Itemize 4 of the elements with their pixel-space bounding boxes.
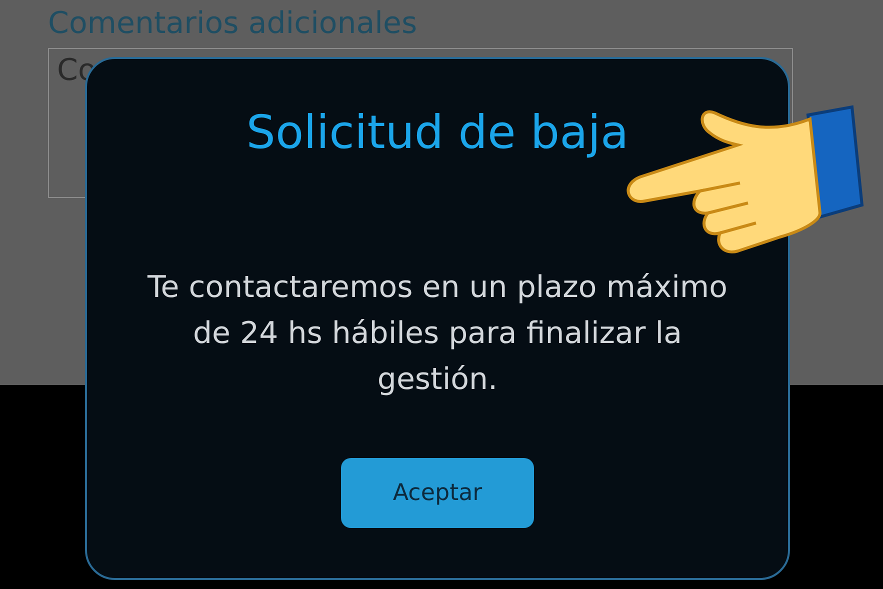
dialog-message: Te contactaremos en un plazo máximo de 24 hs hábiles para finalizar la gestión. (146, 269, 728, 399)
dialog-title: Solicitud de baja (246, 104, 629, 161)
accept-button[interactable]: Aceptar (341, 458, 534, 528)
field-label: Comentarios adicionales (48, 5, 418, 43)
